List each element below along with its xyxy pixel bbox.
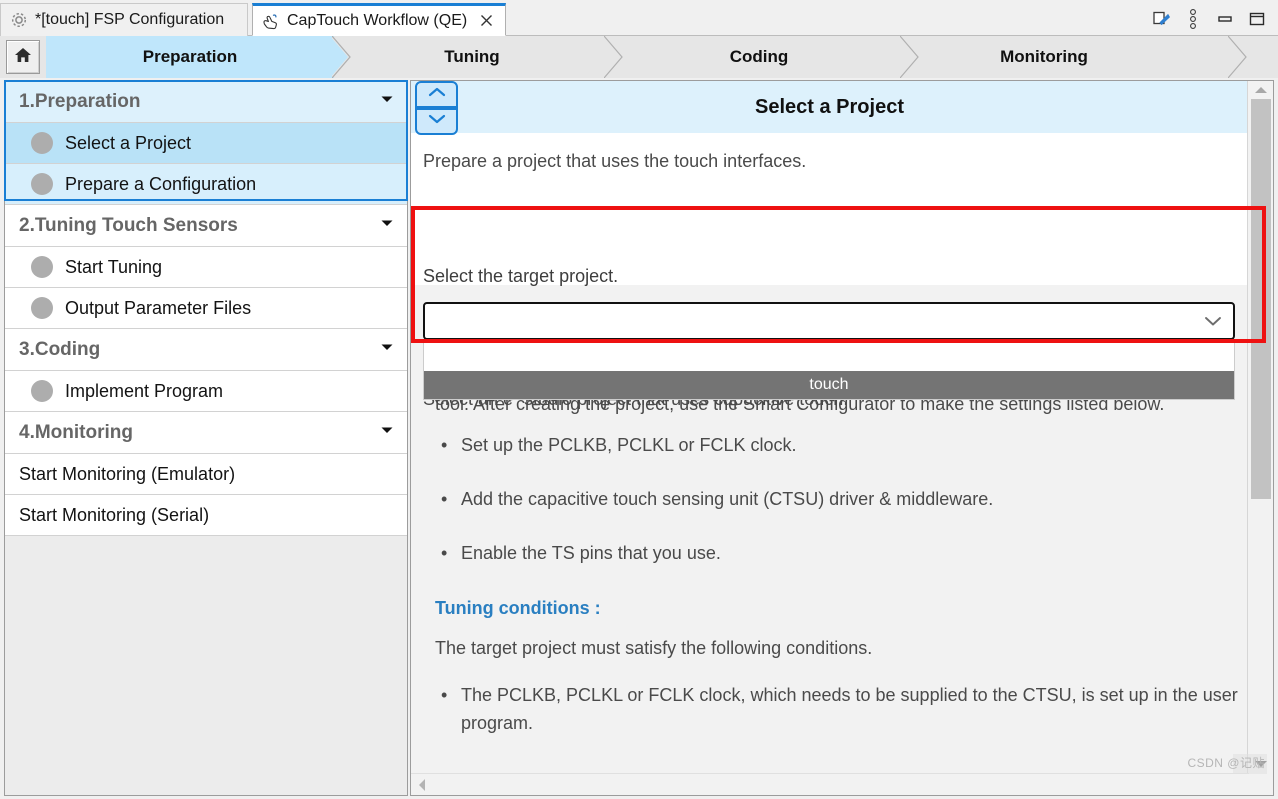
phase-separator-icon (332, 36, 354, 78)
conditions-bullet-list: The PCLKB, PCLKL or FCLK clock, which ne… (435, 681, 1241, 737)
maximize-icon[interactable] (1246, 8, 1268, 30)
sidebar-item-label: Select a Project (65, 133, 191, 154)
page-title: Select a Project (755, 96, 904, 119)
chevron-down-icon[interactable] (1203, 315, 1223, 327)
select-project-label: Select the target project. (423, 266, 618, 287)
sidebar-item-label: Output Parameter Files (65, 298, 251, 319)
group-title: 4.Monitoring (19, 422, 133, 444)
sidebar-item-label: Prepare a Configuration (65, 174, 256, 195)
phase-label: Coding (730, 47, 789, 67)
sidebar-group-coding[interactable]: 3.Coding (5, 329, 407, 371)
application-window: *[touch] FSP Configuration CapTouch Work… (0, 0, 1278, 799)
phase-preparation[interactable]: Preparation (46, 36, 334, 78)
sidebar-item-output-parameter-files[interactable]: Output Parameter Files (5, 288, 407, 329)
chevron-down-icon[interactable] (379, 91, 395, 113)
tab-label: CapTouch Workflow (QE) (287, 12, 467, 30)
sidebar-item-start-tuning[interactable]: Start Tuning (5, 247, 407, 288)
restore-detach-icon[interactable] (1150, 8, 1172, 30)
tab-fsp-configuration[interactable]: *[touch] FSP Configuration (0, 3, 248, 36)
chevron-down-icon (427, 112, 447, 131)
phase-label: Tuning (444, 47, 499, 67)
sidebar-item-label: Start Monitoring (Serial) (19, 505, 209, 526)
project-select-section: Prepare a project that uses the touch in… (411, 133, 1248, 285)
group-title: 3.Coding (19, 339, 100, 361)
lead-description: Prepare a project that uses the touch in… (423, 151, 806, 172)
hand-pointer-icon (261, 11, 281, 31)
sidebar-item-prepare-a-configuration[interactable]: Prepare a Configuration (5, 164, 407, 205)
wizard-phase-bar: Preparation Tuning Coding Monitorin (0, 36, 1278, 78)
next-page-button[interactable] (415, 108, 458, 135)
content-body: Use the e2 studio to create a new projec… (411, 359, 1241, 763)
dropdown-option-touch[interactable]: touch (424, 371, 1234, 399)
step-status-bullet-icon (31, 173, 53, 195)
setup-bullet-list: Set up the PCLKB, PCLKL or FCLK clock. A… (435, 431, 1241, 567)
tuning-conditions-subtext: The target project must satisfy the foll… (435, 633, 1241, 663)
wizard-step-sidebar: 1.Preparation Select a Project Prepare a… (4, 80, 408, 796)
home-button[interactable] (6, 40, 40, 74)
close-icon[interactable] (477, 12, 495, 30)
step-status-bullet-icon (31, 297, 53, 319)
watermark-text: CSDN @记贴 (1187, 754, 1265, 771)
sidebar-item-label: Implement Program (65, 381, 223, 402)
phase-tuning[interactable]: Tuning (352, 36, 592, 78)
sidebar-item-implement-program[interactable]: Implement Program (5, 371, 407, 412)
tab-bar-actions (1150, 4, 1274, 34)
minimize-icon[interactable] (1214, 8, 1236, 30)
chevron-up-icon (427, 85, 447, 104)
sidebar-item-select-a-project[interactable]: Select a Project (5, 123, 407, 164)
view-menu-icon[interactable] (1182, 8, 1204, 30)
tuning-conditions-heading: Tuning conditions : (435, 593, 1241, 623)
group-title: 2.Tuning Touch Sensors (19, 215, 238, 237)
group-title: 1.Preparation (19, 91, 140, 113)
step-status-bullet-icon (31, 132, 53, 154)
home-icon (13, 45, 33, 70)
sidebar-item-start-monitoring-emulator[interactable]: Start Monitoring (Emulator) (5, 454, 407, 495)
project-select-dropdown-list[interactable]: touch (423, 342, 1235, 400)
scroll-left-icon[interactable] (411, 778, 433, 792)
sidebar-group-monitoring[interactable]: 4.Monitoring (5, 412, 407, 454)
gear-icon (9, 10, 29, 30)
list-item: The PCLKB, PCLKL or FCLK clock, which ne… (435, 681, 1241, 737)
previous-page-button[interactable] (415, 81, 458, 108)
phase-separator-icon (604, 36, 626, 78)
editor-tab-bar: *[touch] FSP Configuration CapTouch Work… (0, 0, 1278, 36)
chevron-down-icon[interactable] (379, 339, 395, 361)
vertical-scroll-thumb[interactable] (1251, 99, 1271, 499)
page-nav-buttons (411, 81, 458, 137)
sidebar-group-tuning-touch-sensors[interactable]: 2.Tuning Touch Sensors (5, 205, 407, 247)
list-item: Add the capacitive touch sensing unit (C… (435, 485, 1241, 513)
tab-captouch-workflow[interactable]: CapTouch Workflow (QE) (252, 3, 506, 36)
sidebar-item-label: Start Monitoring (Emulator) (19, 464, 235, 485)
phase-separator-icon (900, 36, 922, 78)
chevron-down-icon[interactable] (379, 422, 395, 444)
sidebar-item-label: Start Tuning (65, 257, 162, 278)
list-item: Set up the PCLKB, PCLKL or FCLK clock. (435, 431, 1241, 459)
phase-separator-icon (1228, 36, 1250, 78)
phase-label: Monitoring (1000, 47, 1088, 67)
sidebar-item-start-monitoring-serial[interactable]: Start Monitoring (Serial) (5, 495, 407, 536)
content-panel: Select a Project Prepare a project tha (410, 80, 1274, 796)
sidebar-group-preparation[interactable]: 1.Preparation (5, 81, 407, 123)
scroll-up-icon[interactable] (1248, 81, 1274, 99)
horizontal-scrollbar[interactable] (411, 773, 1249, 795)
dropdown-option-empty[interactable] (424, 343, 1234, 371)
project-select-combobox[interactable] (423, 302, 1235, 340)
phase-label: Preparation (143, 47, 237, 67)
tab-label: *[touch] FSP Configuration (35, 11, 224, 29)
content-header: Select a Project (411, 81, 1248, 133)
phase-coding[interactable]: Coding (630, 36, 888, 78)
step-status-bullet-icon (31, 380, 53, 402)
phase-monitoring[interactable]: Monitoring (922, 36, 1166, 78)
list-item: Enable the TS pins that you use. (435, 539, 1241, 567)
step-status-bullet-icon (31, 256, 53, 278)
chevron-down-icon[interactable] (379, 215, 395, 237)
vertical-scrollbar[interactable] (1247, 81, 1273, 795)
